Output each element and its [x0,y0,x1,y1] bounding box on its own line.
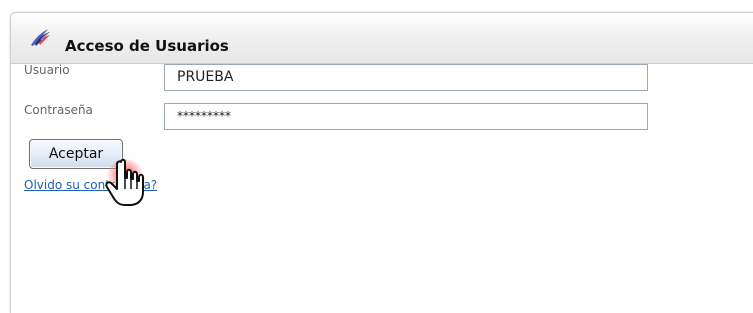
usuario-input[interactable] [164,64,648,91]
contrasena-label: Contraseña [24,103,93,117]
feather-icon [31,29,51,46]
panel-header: Acceso de Usuarios [11,13,753,64]
forgot-password-link[interactable]: Olvido su contraseña? [24,178,157,192]
contrasena-input[interactable] [164,103,648,130]
usuario-label: Usuario [24,63,70,77]
panel-title: Acceso de Usuarios [65,37,229,55]
accept-button[interactable]: Aceptar [29,139,123,169]
